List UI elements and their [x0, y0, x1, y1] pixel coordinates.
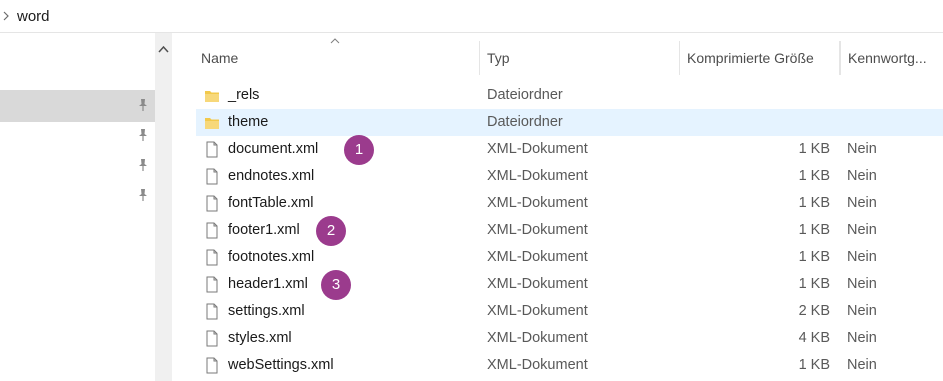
file-row[interactable]: _rels Dateiordner	[196, 82, 943, 109]
annotation-marker: 3	[321, 270, 351, 300]
file-type: XML-Dokument	[487, 168, 588, 184]
file-password-protected: Nein	[847, 141, 877, 157]
file-icon	[206, 168, 218, 185]
file-name: document.xml	[228, 141, 319, 157]
file-type: XML-Dokument	[487, 195, 588, 211]
file-type: XML-Dokument	[487, 141, 588, 157]
chevron-right-icon[interactable]	[1, 11, 11, 21]
file-icon	[206, 141, 218, 158]
file-type: XML-Dokument	[487, 249, 588, 265]
file-password-protected: Nein	[847, 276, 877, 292]
column-header-password[interactable]: Kennwortg...	[840, 41, 943, 75]
scroll-up-arrow-icon[interactable]	[158, 45, 169, 53]
file-compressed-size: 1 KB	[798, 357, 830, 373]
file-name: _rels	[228, 87, 260, 103]
file-password-protected: Nein	[847, 330, 877, 346]
file-compressed-size: 1 KB	[798, 168, 830, 184]
file-compressed-size: 1 KB	[798, 249, 830, 265]
file-row[interactable]: webSettings.xml XML-Dokument 1 KB Nein	[196, 352, 943, 379]
file-type: XML-Dokument	[487, 357, 588, 373]
file-password-protected: Nein	[847, 303, 877, 319]
column-header-password-label: Kennwortg...	[848, 50, 927, 66]
file-compressed-size: 1 KB	[798, 195, 830, 211]
file-type: Dateiordner	[487, 87, 563, 103]
file-row[interactable]: footer1.xml XML-Dokument 1 KB Nein	[196, 217, 943, 244]
file-name: fontTable.xml	[228, 195, 314, 211]
file-type: XML-Dokument	[487, 276, 588, 292]
file-name: styles.xml	[228, 330, 292, 346]
file-password-protected: Nein	[847, 357, 877, 373]
file-icon	[206, 357, 218, 374]
file-row[interactable]: document.xml XML-Dokument 1 KB Nein	[196, 136, 943, 163]
file-row[interactable]: endnotes.xml XML-Dokument 1 KB Nein	[196, 163, 943, 190]
file-password-protected: Nein	[847, 222, 877, 238]
file-name: header1.xml	[228, 276, 308, 292]
file-compressed-size: 1 KB	[798, 276, 830, 292]
file-type: XML-Dokument	[487, 222, 588, 238]
file-icon	[206, 222, 218, 239]
file-row[interactable]: fontTable.xml XML-Dokument 1 KB Nein	[196, 190, 943, 217]
file-row[interactable]: styles.xml XML-Dokument 4 KB Nein	[196, 325, 943, 352]
file-name: endnotes.xml	[228, 168, 315, 184]
file-row[interactable]: footnotes.xml XML-Dokument 1 KB Nein	[196, 244, 943, 271]
file-compressed-size: 1 KB	[798, 141, 830, 157]
file-row[interactable]: theme Dateiordner	[196, 109, 943, 136]
folder-icon	[205, 118, 219, 129]
file-name: footnotes.xml	[228, 249, 315, 265]
file-type: XML-Dokument	[487, 303, 588, 319]
column-header-name-label: Name	[201, 50, 239, 66]
pin-icon[interactable]	[136, 128, 150, 142]
column-header-compressed-size-label: Komprimierte Größe	[687, 50, 814, 66]
pin-icon[interactable]	[136, 188, 150, 202]
annotation-marker: 2	[316, 216, 346, 246]
column-header-name[interactable]: Name	[190, 41, 480, 75]
column-header-type[interactable]: Typ	[480, 41, 680, 75]
pin-icon[interactable]	[136, 158, 150, 172]
file-name: settings.xml	[228, 303, 305, 319]
file-compressed-size: 1 KB	[798, 222, 830, 238]
file-icon	[206, 276, 218, 293]
folder-icon	[205, 91, 219, 102]
file-row[interactable]: settings.xml XML-Dokument 2 KB Nein	[196, 298, 943, 325]
file-icon	[206, 330, 218, 347]
address-path[interactable]: word	[17, 8, 50, 25]
nav-scrollbar[interactable]	[155, 33, 172, 381]
file-icon	[206, 303, 218, 320]
file-icon	[206, 195, 218, 212]
nav-item-selected[interactable]	[0, 90, 155, 122]
file-password-protected: Nein	[847, 249, 877, 265]
file-type: Dateiordner	[487, 114, 563, 130]
file-icon	[206, 249, 218, 266]
file-password-protected: Nein	[847, 168, 877, 184]
file-row[interactable]: header1.xml XML-Dokument 1 KB Nein	[196, 271, 943, 298]
address-bar[interactable]: word	[0, 0, 943, 33]
column-header-type-label: Typ	[487, 50, 510, 66]
navigation-pane	[0, 33, 155, 381]
file-password-protected: Nein	[847, 195, 877, 211]
file-type: XML-Dokument	[487, 330, 588, 346]
file-name: footer1.xml	[228, 222, 300, 238]
file-name: theme	[228, 114, 269, 130]
file-name: webSettings.xml	[228, 357, 334, 373]
file-compressed-size: 4 KB	[798, 330, 830, 346]
column-header-compressed-size[interactable]: Komprimierte Größe	[680, 41, 840, 75]
annotation-marker: 1	[344, 135, 374, 165]
file-compressed-size: 2 KB	[798, 303, 830, 319]
pin-icon[interactable]	[136, 98, 150, 112]
